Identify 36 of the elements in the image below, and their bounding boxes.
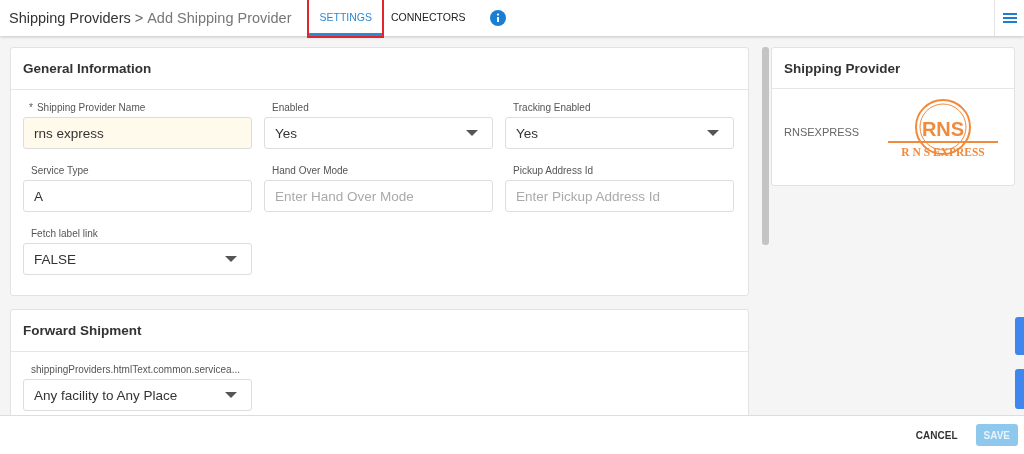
caret-icon — [225, 392, 237, 398]
page-title: Add Shipping Provider — [147, 10, 292, 26]
field-label: Service Type — [31, 165, 90, 176]
menu-icon — [1002, 12, 1017, 24]
provider-code: RNSEXPRESS — [784, 126, 860, 138]
caret-icon — [707, 130, 719, 136]
breadcrumb-link[interactable]: Shipping Providers — [9, 10, 131, 26]
section-title: General Information — [11, 48, 748, 90]
field-label: * Shipping Provider Name — [31, 102, 147, 113]
input-field[interactable]: Enter Hand Over Mode — [264, 180, 493, 212]
menu-button[interactable] — [994, 0, 1024, 36]
breadcrumb-separator: > — [134, 10, 144, 26]
input-field[interactable]: Enter Pickup Address Id — [505, 180, 734, 212]
field-label: Pickup Address Id — [513, 165, 595, 176]
cancel-button[interactable]: CANCEL — [907, 424, 966, 446]
dropdown[interactable]: Any facility to Any Place — [23, 379, 252, 411]
section-title: Shipping Provider — [772, 48, 1014, 89]
side-tab[interactable] — [1015, 317, 1024, 355]
tab[interactable]: SETTINGS — [309, 0, 382, 36]
dropdown[interactable]: Yes — [264, 117, 493, 149]
input-field[interactable]: rns express — [23, 117, 252, 149]
scrollbar-thumb[interactable] — [762, 47, 769, 245]
dropdown[interactable]: Yes — [505, 117, 734, 149]
caret-icon — [225, 256, 237, 262]
input-field[interactable]: A — [23, 180, 252, 212]
field-label: Tracking Enabled — [513, 102, 592, 113]
field-label: Hand Over Mode — [272, 165, 350, 176]
field-label: Fetch label link — [31, 228, 99, 239]
info-icon[interactable] — [490, 10, 507, 26]
field-label: shippingProviders.htmlText.common.servicea... — [31, 364, 241, 375]
tab[interactable]: CONNECTORS — [386, 0, 471, 36]
dropdown[interactable]: FALSE — [23, 243, 252, 275]
field-label: Enabled — [272, 102, 310, 113]
caret-icon — [466, 130, 478, 136]
side-tab[interactable] — [1015, 369, 1024, 409]
section-title: Forward Shipment — [11, 310, 748, 352]
